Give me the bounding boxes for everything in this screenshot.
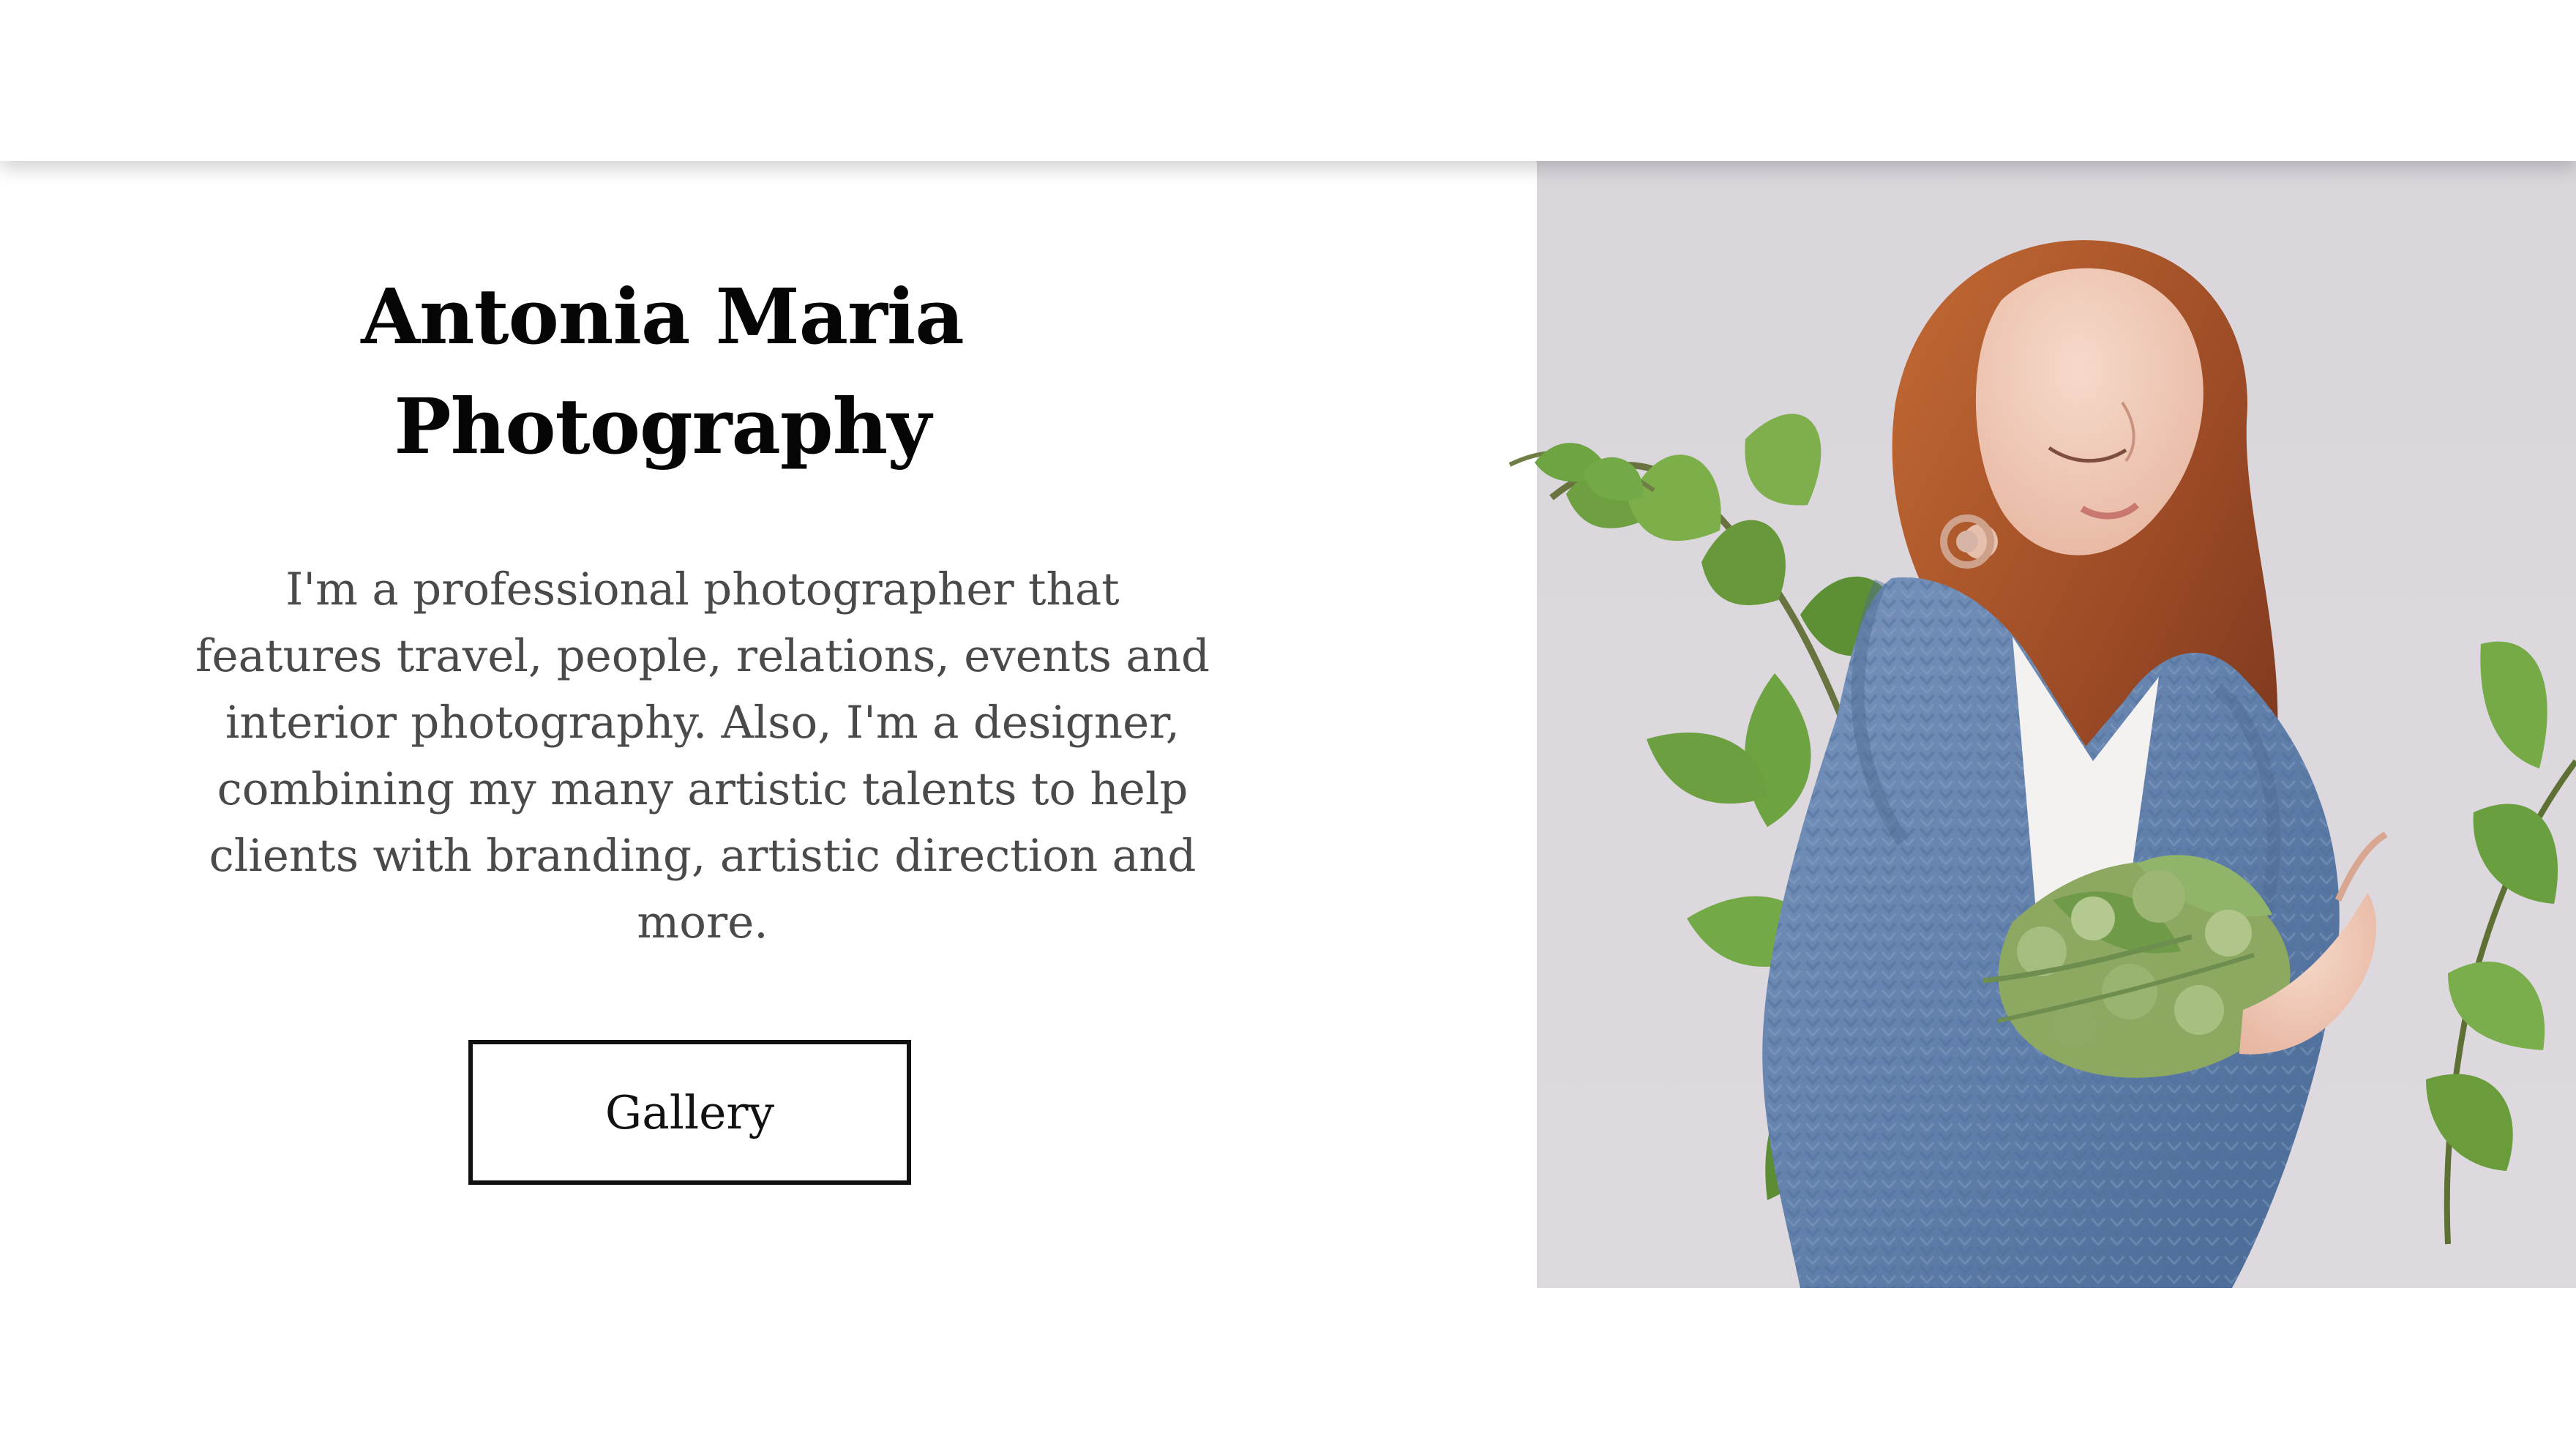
title-line-1: Antonia Maria [361,272,965,362]
description-line-5: clients with branding, artistic directio… [209,830,1197,882]
description-line-3: interior photography. Also, I'm a design… [225,697,1180,749]
hero-section: Antonia Maria Photography I'm a professi… [0,161,2576,1288]
description-line-6: more. [637,896,768,948]
site-header [0,0,2576,161]
page-title: Antonia Maria Photography [168,262,1156,482]
hero-photo [1537,161,2576,1288]
portrait-subject [1762,240,2388,1288]
description-line-4: combining my many artistic talents to he… [217,763,1188,815]
hero-description: I'm a professional photographer that fea… [168,556,1237,956]
leaf-overhang-icon [1508,443,1655,501]
portrait-photo [1549,240,2576,1288]
hero-content: Antonia Maria Photography I'm a professi… [168,161,1237,1288]
description-line-1: I'm a professional photographer that [285,564,1120,615]
title-line-2: Photography [394,381,931,471]
description-line-2: features travel, people, relations, even… [195,630,1210,682]
gallery-button[interactable]: Gallery [468,1040,911,1185]
